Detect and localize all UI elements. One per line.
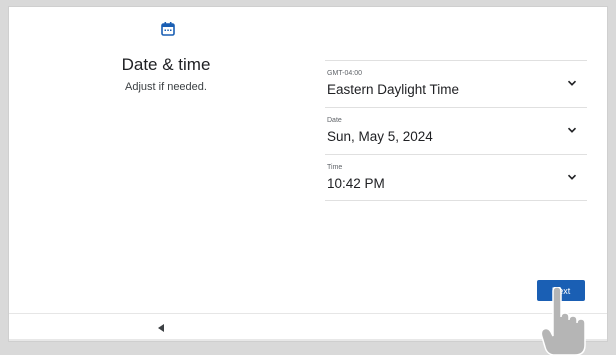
chevron-down-icon[interactable]: [567, 125, 577, 135]
page-subtitle: Adjust if needed.: [125, 81, 207, 93]
date-dropdown[interactable]: Date Sun, May 5, 2024: [325, 107, 587, 154]
chevron-down-icon[interactable]: [567, 172, 577, 182]
calendar-icon: [161, 22, 175, 36]
nav-divider: [9, 339, 607, 341]
page-title: Date & time: [121, 55, 211, 74]
pointing-hand-icon: [540, 287, 586, 355]
navigation-bar: [9, 313, 607, 341]
chevron-down-icon[interactable]: [567, 78, 577, 88]
time-zone-value: Eastern Daylight Time: [327, 82, 460, 97]
setup-screen: Date & time Adjust if needed. GMT-04:00 …: [8, 6, 608, 342]
time-zone-dropdown[interactable]: GMT-04:00 Eastern Daylight Time: [325, 60, 587, 107]
time-zone-caption: GMT-04:00: [327, 70, 363, 77]
date-time-settings: GMT-04:00 Eastern Daylight Time Date Sun…: [325, 60, 587, 201]
date-caption: Date: [327, 117, 342, 124]
date-value: Sun, May 5, 2024: [327, 129, 433, 144]
back-triangle-icon[interactable]: [156, 323, 166, 333]
time-value: 10:42 PM: [327, 176, 385, 191]
time-caption: Time: [327, 164, 343, 171]
time-dropdown[interactable]: Time 10:42 PM: [325, 154, 587, 201]
